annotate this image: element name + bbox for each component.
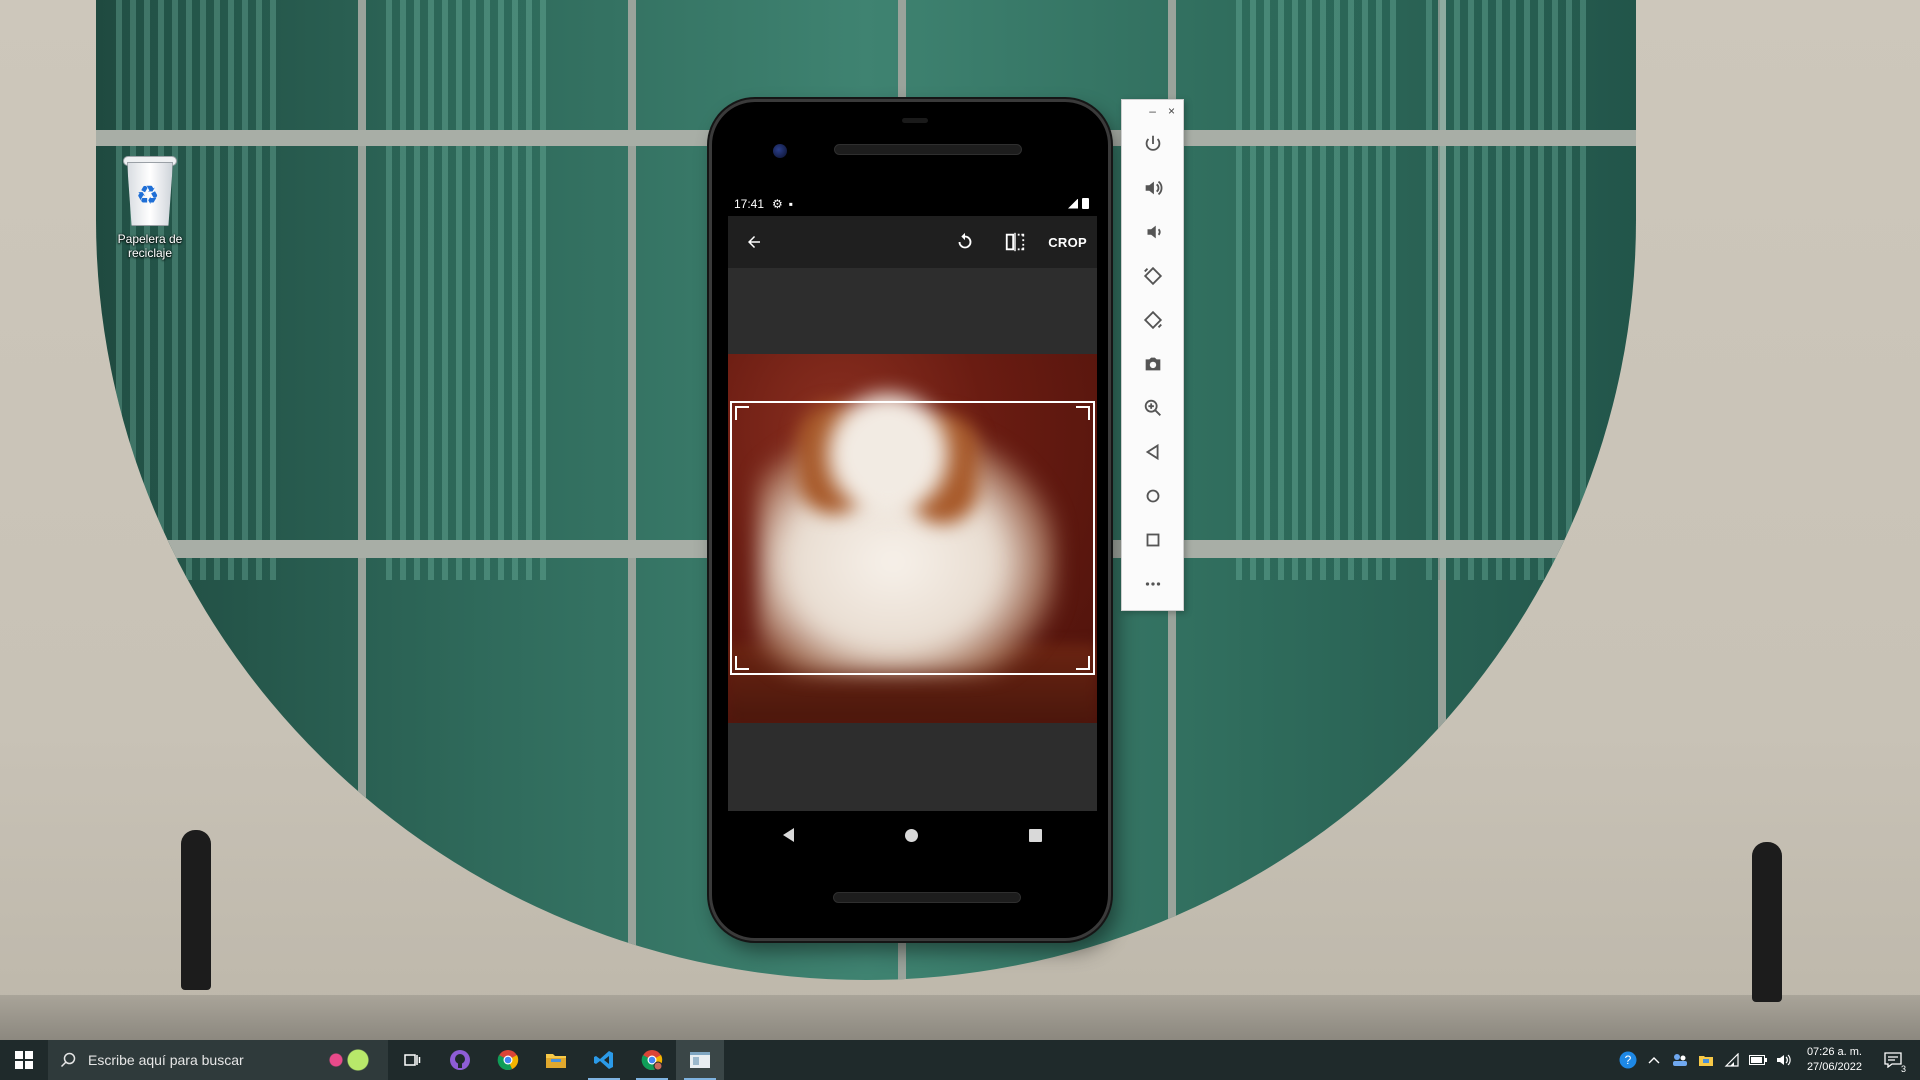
- battery-tray-icon[interactable]: [1748, 1051, 1767, 1069]
- android-emulator-device: 17:41 ⚙ ▪ CROP: [709, 99, 1111, 941]
- top-speaker: [834, 144, 1022, 155]
- github-desktop-button[interactable]: [436, 1040, 484, 1080]
- svg-text:?: ?: [1625, 1053, 1632, 1067]
- task-view-icon: [404, 1054, 421, 1066]
- home-circle-icon[interactable]: [904, 828, 918, 842]
- rotate-right-button[interactable]: [1122, 298, 1183, 342]
- windows-logo-icon: [15, 1051, 33, 1069]
- chrome-button[interactable]: [484, 1040, 532, 1080]
- wallpaper-walkway: [0, 995, 1920, 1040]
- task-view-button[interactable]: [388, 1040, 436, 1080]
- clock-date: 27/06/2022: [1806, 1061, 1862, 1073]
- speaker-icon[interactable]: [1775, 1051, 1793, 1069]
- network-folder-icon[interactable]: [1697, 1051, 1715, 1069]
- chrome-profile-button[interactable]: [628, 1040, 676, 1080]
- overview-button[interactable]: [1122, 518, 1183, 562]
- recents-square-icon[interactable]: [1028, 828, 1042, 842]
- status-bar: 17:41 ⚙ ▪: [728, 191, 1097, 216]
- back-button[interactable]: [1122, 430, 1183, 474]
- device-screen[interactable]: 17:41 ⚙ ▪ CROP: [728, 191, 1097, 811]
- people-icon[interactable]: [1671, 1051, 1689, 1069]
- recycle-bin-label: Papelera de reciclaje: [117, 232, 183, 260]
- clock-time: 07:26 a. m.: [1806, 1046, 1862, 1058]
- signal-icon: [1068, 198, 1078, 209]
- volume-up-button[interactable]: [1122, 166, 1183, 210]
- rotate-left-icon: [1143, 266, 1162, 286]
- emulator-window-icon: [690, 1052, 710, 1068]
- start-button[interactable]: [0, 1040, 48, 1080]
- search-placeholder: Escribe aquí para buscar: [88, 1052, 244, 1068]
- vscode-button[interactable]: [580, 1040, 628, 1080]
- file-explorer-button[interactable]: [532, 1040, 580, 1080]
- emulator-window-controls: – ×: [1122, 100, 1183, 122]
- more-button[interactable]: [1122, 562, 1183, 606]
- overview-square-icon: [1146, 533, 1159, 547]
- crop-frame[interactable]: [730, 401, 1095, 675]
- rotate-icon: [958, 232, 972, 249]
- crop-canvas: [728, 268, 1097, 811]
- volume-up-icon: [1145, 180, 1162, 196]
- power-button[interactable]: [1122, 122, 1183, 166]
- zoom-button[interactable]: [1122, 386, 1183, 430]
- help-icon[interactable]: ?: [1619, 1051, 1637, 1069]
- rotate-left-button[interactable]: [1122, 254, 1183, 298]
- settings-icon: ⚙: [772, 196, 783, 211]
- front-camera-icon: [773, 144, 787, 158]
- chevron-up-icon[interactable]: [1645, 1051, 1663, 1069]
- power-icon: [1145, 135, 1160, 151]
- emulator-button[interactable]: [676, 1040, 724, 1080]
- bottom-speaker: [833, 892, 1021, 903]
- crop-handle-top-right[interactable]: [1076, 406, 1090, 420]
- recycle-bin-icon: ♻: [119, 152, 181, 228]
- crop-handle-bottom-left[interactable]: [735, 656, 749, 670]
- windows-taskbar: Escribe aquí para buscar ? 07:26 a. m. 2…: [0, 1040, 1920, 1080]
- volume-down-icon: [1147, 225, 1161, 239]
- crop-toolbar: CROP: [728, 216, 1097, 268]
- flip-button[interactable]: [990, 216, 1040, 268]
- folder-icon: [546, 1054, 566, 1068]
- volume-down-button[interactable]: [1122, 210, 1183, 254]
- back-triangle-icon[interactable]: [783, 828, 795, 842]
- crop-button[interactable]: CROP: [1040, 216, 1097, 268]
- chrome-icon: [497, 1050, 519, 1070]
- status-time: 17:41: [734, 196, 765, 211]
- more-dots-icon: [1145, 582, 1160, 586]
- home-circle-outline-icon: [1146, 489, 1159, 503]
- vscode-icon: [594, 1051, 613, 1069]
- zoom-in-icon: [1144, 399, 1161, 416]
- arrow-left-icon: [748, 236, 760, 248]
- system-tray: ? 07:26 a. m. 27/06/2022 3: [1619, 1040, 1920, 1080]
- android-nav-bar: [728, 811, 1097, 859]
- recycle-bin-shortcut[interactable]: ♻ Papelera de reciclaje: [108, 152, 192, 260]
- wallpaper-person-left: [181, 830, 211, 990]
- rotate-right-icon: [1143, 310, 1162, 330]
- notification-icon: [1884, 1052, 1902, 1068]
- back-arrow-button[interactable]: [728, 216, 780, 268]
- taskbar-search-box[interactable]: Escribe aquí para buscar: [48, 1040, 388, 1080]
- crop-handle-bottom-right[interactable]: [1076, 656, 1090, 670]
- crop-handle-top-left[interactable]: [735, 406, 749, 420]
- notification-count: 3: [1900, 1064, 1906, 1074]
- back-triangle-outline-icon: [1145, 443, 1158, 461]
- chrome-profile-icon: [641, 1050, 663, 1071]
- emulator-control-panel: – ×: [1121, 99, 1184, 611]
- wifi-icon[interactable]: [1723, 1051, 1741, 1069]
- camera-icon: [1145, 357, 1160, 371]
- rotate-button[interactable]: [940, 216, 990, 268]
- home-button[interactable]: [1122, 474, 1183, 518]
- screenshot-button[interactable]: [1122, 342, 1183, 386]
- taskbar-clock[interactable]: 07:26 a. m. 27/06/2022: [1801, 1045, 1868, 1075]
- wallpaper-person-right: [1752, 842, 1782, 1002]
- notification-center-button[interactable]: 3: [1876, 1040, 1910, 1080]
- battery-icon: [1082, 198, 1089, 209]
- search-icon: [60, 1052, 76, 1068]
- search-highlight-icon: [318, 1048, 382, 1072]
- sim-icon: ▪: [788, 196, 794, 211]
- github-icon: [450, 1050, 470, 1070]
- minimize-button[interactable]: –: [1149, 104, 1156, 122]
- close-button[interactable]: ×: [1168, 104, 1175, 122]
- flip-icon: [1006, 232, 1025, 252]
